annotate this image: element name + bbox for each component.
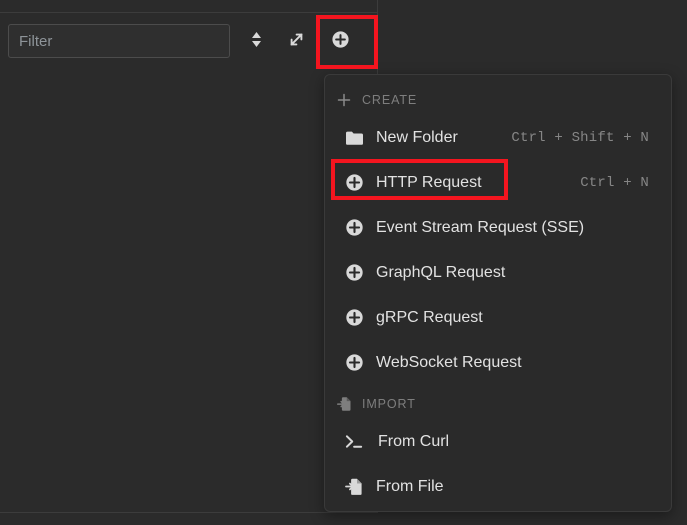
plus-icon xyxy=(333,93,355,107)
menu-item-graphql-request[interactable]: GraphQL Request xyxy=(325,250,671,295)
sidebar-toolbar-region xyxy=(0,0,378,80)
create-dropdown-menu: CREATE New Folder Ctrl + Shift + N HTTP … xyxy=(324,74,672,512)
menu-item-label: HTTP Request xyxy=(376,173,482,191)
menu-section-header-import: IMPORT xyxy=(325,389,671,419)
terminal-icon xyxy=(345,432,364,451)
add-button[interactable] xyxy=(323,24,357,58)
file-import-icon xyxy=(345,477,364,496)
menu-item-label: New Folder xyxy=(376,128,458,146)
menu-item-label: GraphQL Request xyxy=(376,263,506,281)
menu-item-label: From Curl xyxy=(378,432,450,450)
plus-circle-icon xyxy=(345,263,364,282)
menu-item-from-curl[interactable]: From Curl xyxy=(325,419,671,464)
menu-item-shortcut: Ctrl + N xyxy=(580,174,649,191)
menu-item-label: Event Stream Request (SSE) xyxy=(376,218,585,236)
menu-item-label: WebSocket Request xyxy=(376,353,522,371)
filter-input[interactable] xyxy=(8,24,230,58)
sort-updown-icon xyxy=(249,30,264,52)
menu-item-from-file[interactable]: From File xyxy=(325,464,671,509)
plus-circle-icon xyxy=(345,353,364,372)
menu-item-label: From File xyxy=(376,477,444,495)
expand-diagonal-icon xyxy=(287,30,306,52)
plus-circle-icon xyxy=(345,308,364,327)
file-import-icon xyxy=(333,396,355,412)
sidebar-toolbar xyxy=(0,13,377,69)
sort-button[interactable] xyxy=(239,24,273,58)
menu-section-header-create: CREATE xyxy=(325,85,671,115)
menu-item-websocket-request[interactable]: WebSocket Request xyxy=(325,340,671,385)
menu-item-shortcut: Ctrl + Shift + N xyxy=(511,129,649,146)
expand-button[interactable] xyxy=(279,24,313,58)
plus-circle-icon xyxy=(345,173,364,192)
plus-circle-icon xyxy=(345,218,364,237)
menu-item-grpc-request[interactable]: gRPC Request xyxy=(325,295,671,340)
menu-section-label: CREATE xyxy=(362,93,418,107)
bottom-region xyxy=(0,512,687,525)
folder-icon xyxy=(345,128,364,147)
menu-item-http-request[interactable]: HTTP Request Ctrl + N xyxy=(325,160,671,205)
menu-item-event-stream-request[interactable]: Event Stream Request (SSE) xyxy=(325,205,671,250)
menu-section-label: IMPORT xyxy=(362,397,416,411)
plus-circle-icon xyxy=(331,30,350,52)
bottom-horizontal-divider xyxy=(0,512,378,513)
menu-item-label: gRPC Request xyxy=(376,308,483,326)
menu-item-new-folder[interactable]: New Folder Ctrl + Shift + N xyxy=(325,115,671,160)
